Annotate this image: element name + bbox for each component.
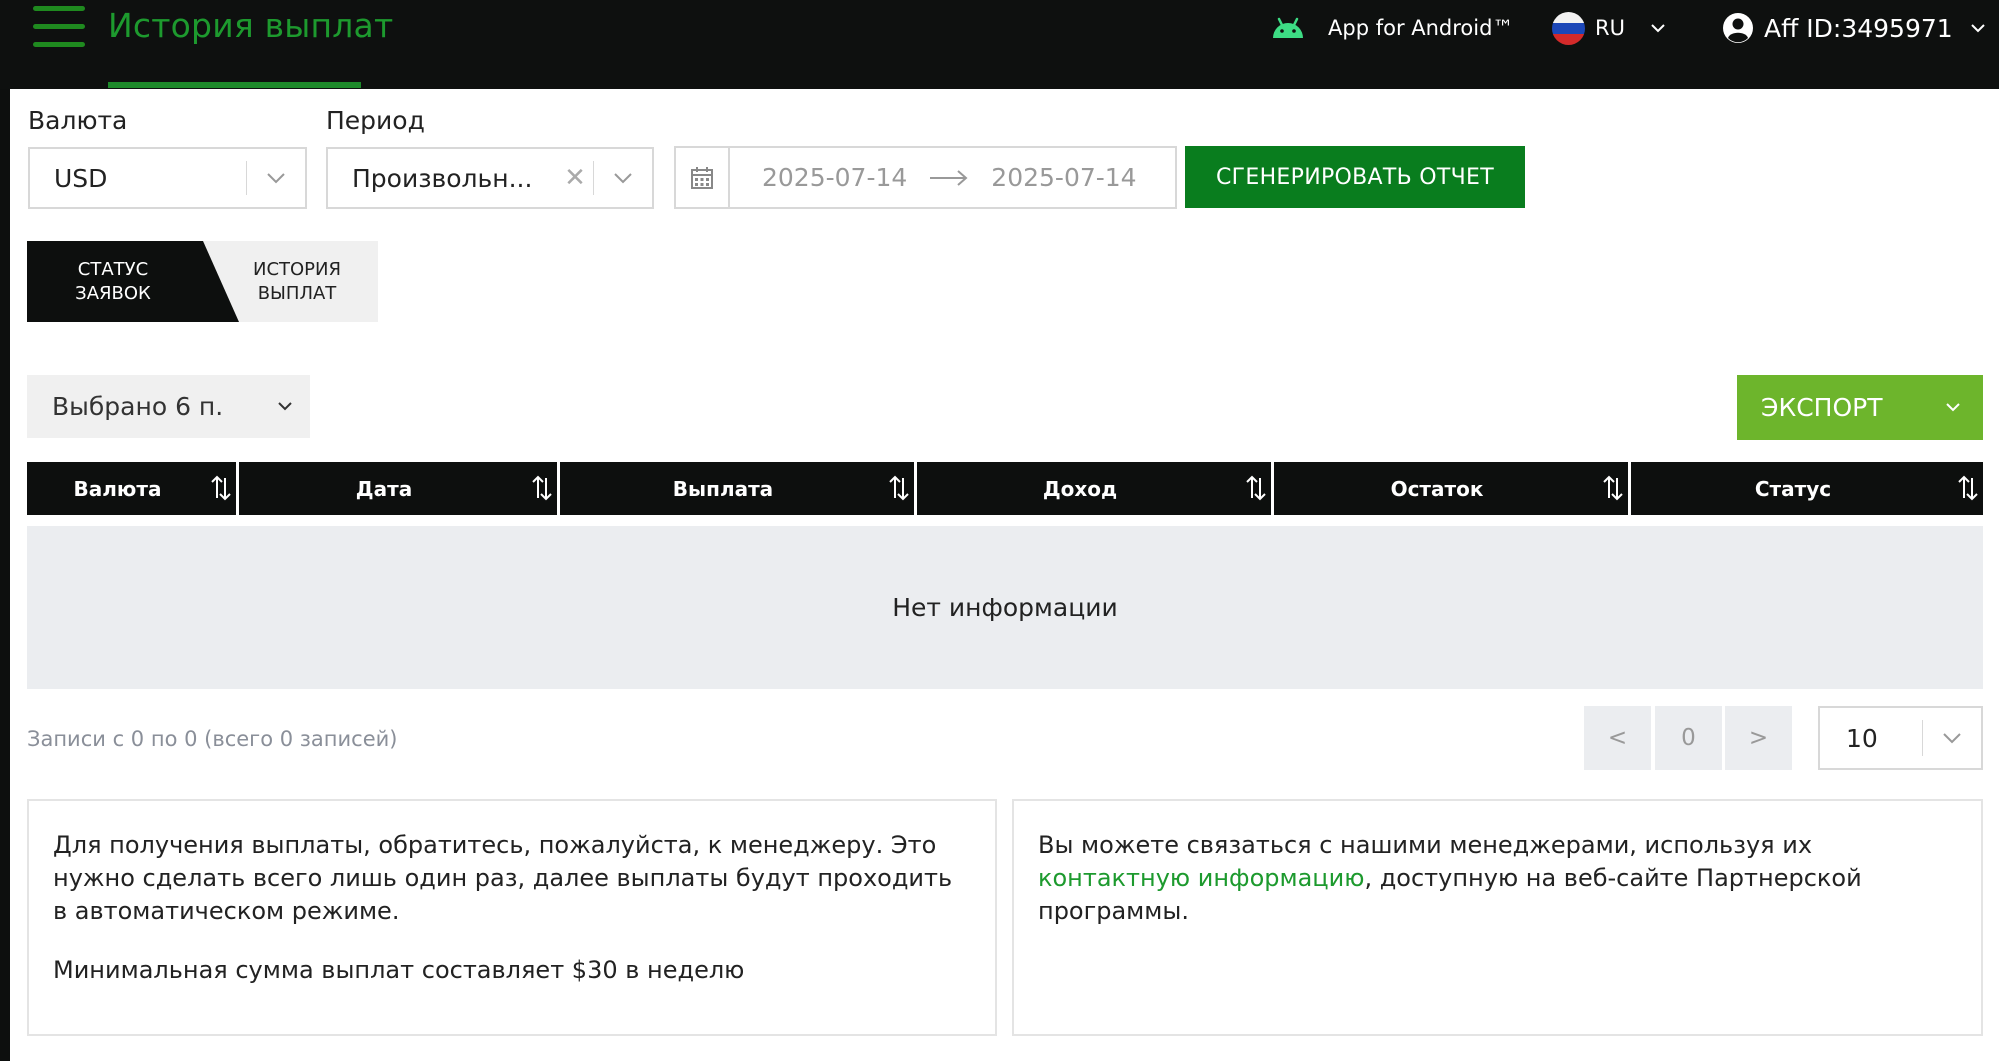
chevron-down-icon xyxy=(260,402,310,411)
payout-info-box: Для получения выплаты, обратитесь, пожал… xyxy=(27,799,997,1036)
contact-text-before: Вы можете связаться с нашими менеджерами… xyxy=(1038,831,1813,859)
contact-info-link[interactable]: контактную информацию xyxy=(1038,864,1364,892)
date-to-input[interactable]: 2025-07-14 xyxy=(979,163,1148,192)
sort-icon xyxy=(532,475,552,501)
generate-report-button[interactable]: СГЕНЕРИРОВАТЬ ОТЧЕТ xyxy=(1185,146,1525,208)
column-label: Остаток xyxy=(1390,476,1484,501)
menu-icon[interactable] xyxy=(33,6,85,48)
android-icon xyxy=(1273,17,1303,38)
current-page: 0 xyxy=(1655,706,1722,770)
payout-info-text: Для получения выплаты, обратитесь, пожал… xyxy=(53,831,953,925)
minimum-payout-text: Минимальная сумма выплат составляет $30 … xyxy=(53,956,745,984)
column-label: Статус xyxy=(1754,476,1832,501)
calendar-icon[interactable] xyxy=(676,148,730,207)
columns-select[interactable]: Выбрано 6 п. xyxy=(27,375,310,438)
android-label: App for Android™ xyxy=(1328,16,1514,40)
contact-info-box: Вы можете связаться с нашими менеджерами… xyxy=(1012,799,1983,1036)
russia-flag-icon xyxy=(1552,11,1585,45)
next-page-button[interactable]: > xyxy=(1725,706,1792,770)
page-title: История выплат xyxy=(108,6,394,45)
column-label: Доход xyxy=(1042,476,1118,501)
column-header-balance[interactable]: Остаток xyxy=(1274,462,1628,515)
per-page-select[interactable]: 10 xyxy=(1818,706,1983,770)
date-range-picker[interactable]: 2025-07-14 2025-07-14 xyxy=(674,146,1177,209)
chevron-down-icon xyxy=(1651,23,1665,32)
clear-icon[interactable]: ✕ xyxy=(557,163,593,193)
columns-select-value: Выбрано 6 п. xyxy=(52,392,224,421)
chevron-down-icon xyxy=(1923,732,1981,744)
chevron-down-icon xyxy=(1970,23,1985,32)
currency-select[interactable]: USD xyxy=(28,147,307,209)
main-content: Валюта USD Период Произвольн... ✕ 2025-0… xyxy=(10,89,1999,1061)
export-button[interactable]: ЭКСПОРТ xyxy=(1737,375,1983,440)
user-icon xyxy=(1723,13,1753,43)
column-header-income[interactable]: Доход xyxy=(917,462,1271,515)
column-header-date[interactable]: Дата xyxy=(239,462,557,515)
contact-info-text: Вы можете связаться с нашими менеджерами… xyxy=(1038,829,1957,928)
android-app-link[interactable]: App for Android™ xyxy=(1270,8,1513,48)
column-header-currency[interactable]: Валюта xyxy=(27,462,236,515)
column-label: Валюта xyxy=(73,476,162,501)
sort-icon xyxy=(211,475,231,501)
sort-icon xyxy=(889,475,909,501)
sort-icon xyxy=(1958,475,1978,501)
aff-id-label: Aff ID:3495971 xyxy=(1764,13,1953,43)
table-header: Валюта Дата Выплата Доход Остаток Статус xyxy=(27,462,1983,515)
column-header-status[interactable]: Статус xyxy=(1631,462,1983,515)
period-value: Произвольн... xyxy=(352,163,533,193)
language-label: RU xyxy=(1595,16,1625,40)
prev-page-button[interactable]: < xyxy=(1584,706,1651,770)
title-underline xyxy=(108,82,361,88)
column-label: Дата xyxy=(355,476,413,501)
tabs: СТАТУС ЗАЯВОК ИСТОРИЯ ВЫПЛАТ xyxy=(27,241,378,322)
top-bar: История выплат App for Android™ RU Aff I… xyxy=(0,0,1999,89)
export-label: ЭКСПОРТ xyxy=(1761,393,1883,422)
chevron-down-icon xyxy=(594,172,652,184)
sort-icon xyxy=(1603,475,1623,501)
language-selector[interactable]: RU xyxy=(1552,8,1665,48)
currency-value: USD xyxy=(54,163,108,193)
period-label: Период xyxy=(326,106,425,135)
period-select[interactable]: Произвольн... ✕ xyxy=(326,147,654,209)
empty-table-message: Нет информации xyxy=(27,526,1983,689)
chevron-down-icon xyxy=(247,172,305,184)
chevron-down-icon xyxy=(1923,403,1983,412)
currency-label: Валюта xyxy=(28,106,128,135)
column-header-payout[interactable]: Выплата xyxy=(560,462,914,515)
sort-icon xyxy=(1246,475,1266,501)
arrow-right-icon xyxy=(919,169,979,186)
column-label: Выплата xyxy=(672,476,774,501)
tab-payout-history[interactable]: ИСТОРИЯ ВЫПЛАТ xyxy=(227,258,367,306)
records-info: Записи с 0 по 0 (всего 0 записей) xyxy=(27,727,398,751)
date-from-input[interactable]: 2025-07-14 xyxy=(750,163,919,192)
tab-request-status[interactable]: СТАТУС ЗАЯВОК xyxy=(45,258,181,306)
account-menu[interactable]: Aff ID:3495971 xyxy=(1722,8,1985,48)
per-page-value: 10 xyxy=(1846,723,1878,753)
